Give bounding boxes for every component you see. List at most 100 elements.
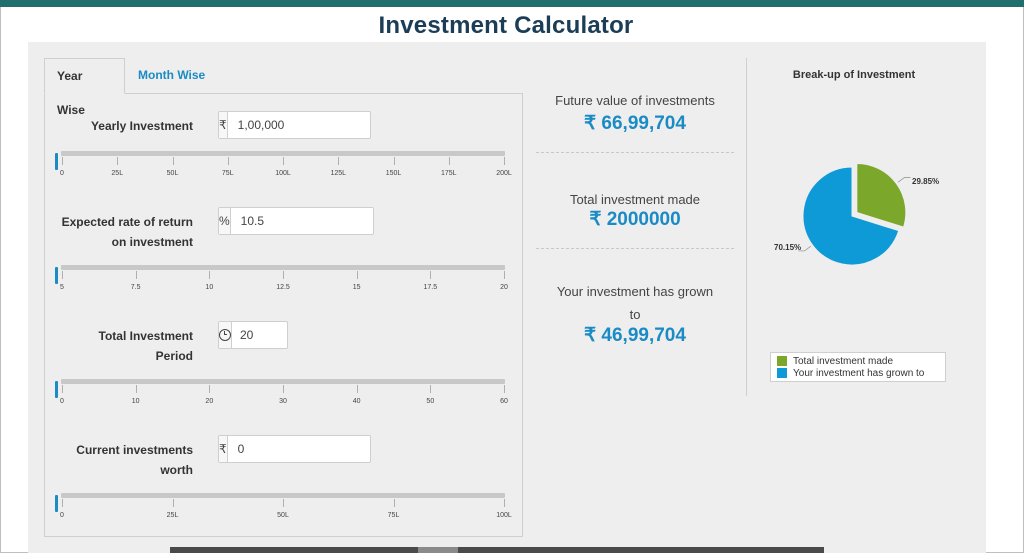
pie-label-growth: 70.15% (774, 243, 802, 252)
slider-tick (227, 157, 229, 165)
slider-tick (504, 157, 505, 165)
slider-tick-label: 0 (60, 170, 64, 177)
current-investments-input[interactable] (227, 436, 403, 462)
investment-period-slider[interactable] (61, 379, 505, 384)
slider-tick (209, 271, 211, 279)
slider-tick (283, 271, 284, 279)
chart-title: Break-up of Investment (792, 69, 916, 81)
slider-tick (283, 157, 284, 165)
slider-tick (62, 157, 63, 165)
legend-item-growth[interactable]: Your investment has grown to (777, 367, 945, 379)
current-investments-input-group: ₹ (218, 435, 403, 463)
slider-tick-label: 0 (60, 512, 64, 519)
pie-label-total-investment: 29.85% (912, 177, 940, 186)
rupee-icon: ₹ (219, 436, 228, 462)
results-divider (536, 248, 734, 249)
legend-item-total-investment[interactable]: Total investment made (777, 355, 945, 367)
slider-tick-label: 200L (496, 170, 512, 177)
percent-icon: % (219, 208, 231, 234)
slider-tick-label: 60 (500, 398, 508, 405)
slider-tick-label: 100L (275, 170, 291, 177)
slider-tick-label: 20 (500, 284, 508, 291)
slider-tick (62, 385, 63, 393)
slider-tick (338, 157, 340, 165)
slider-tick-label: 17.5 (423, 284, 438, 291)
slider-tick-label: 20 (205, 398, 214, 405)
slider-tick-label: 50L (166, 170, 179, 177)
grown-amount: ₹ 46,99,704 (584, 325, 686, 346)
legend-label: Total investment made (793, 355, 894, 367)
yearly-investment-slider[interactable] (61, 151, 505, 156)
investment-period-slider-handle[interactable] (55, 381, 58, 398)
slider-tick (356, 271, 358, 279)
slider-tick-label: 75L (387, 512, 400, 519)
slider-tick-label: 150L (385, 170, 402, 177)
slider-tick-label: 25L (111, 170, 124, 177)
slider-tick-label: 75L (221, 170, 234, 177)
yearly-investment-input-group: ₹ (218, 111, 403, 139)
grown-label: Your investment has grown to (556, 284, 714, 322)
page-title: Investment Calculator (378, 12, 634, 39)
rupee-icon: ₹ (219, 112, 228, 138)
legend-swatch-green (777, 356, 787, 366)
slider-tick-label: 125L (330, 170, 347, 177)
slider-tick-label: 0 (60, 398, 64, 405)
slider-tick-label: 40 (352, 398, 361, 405)
rate-of-return-input[interactable] (230, 208, 406, 234)
slider-tick (283, 385, 284, 393)
investment-period-label: Total Investment Period (98, 329, 193, 363)
slider-tick (504, 499, 505, 507)
slider-tick (393, 499, 395, 507)
future-value-amount: ₹ 66,99,704 (584, 113, 686, 134)
slider-tick-label: 175L (440, 170, 457, 177)
slider-tick-label: 15 (352, 284, 361, 291)
slider-tick (117, 157, 119, 165)
yearly-investment-input[interactable] (227, 112, 403, 138)
rate-of-return-slider[interactable] (61, 265, 505, 270)
slider-tick-label: 10 (131, 398, 140, 405)
slider-tick-label: 25L (166, 512, 179, 519)
total-investment-amount: ₹ 2000000 (589, 209, 681, 230)
slider-tick-label: 30 (279, 398, 287, 405)
slider-tick (504, 271, 505, 279)
slider-tick-label: 5 (60, 284, 64, 291)
slider-tick-label: 50L (277, 512, 289, 519)
future-value-label: Future value of investments (555, 93, 715, 108)
vertical-divider (746, 58, 747, 396)
rate-of-return-slider-handle[interactable] (55, 267, 58, 284)
slider-tick (393, 157, 395, 165)
yearly-investment-slider-handle[interactable] (55, 153, 58, 170)
slider-tick (283, 499, 284, 507)
slider-tick (135, 271, 137, 279)
slider-tick (209, 385, 211, 393)
slider-tick (504, 385, 505, 393)
rate-of-return-input-group: % (218, 207, 406, 235)
top-accent-bar (0, 0, 1024, 7)
current-investments-label: Current investments worth (76, 443, 193, 477)
current-investments-slider-handle[interactable] (55, 495, 58, 512)
slider-tick (430, 385, 432, 393)
slider-tick-label: 100L (496, 512, 512, 519)
slider-tick (135, 385, 137, 393)
current-investments-slider[interactable] (61, 493, 505, 498)
tab-year-wise[interactable]: Year Wise (44, 58, 125, 117)
scrollbar-thumb[interactable] (418, 547, 458, 553)
tab-month-wise[interactable]: Month Wise (126, 58, 217, 94)
legend-swatch-blue (777, 368, 787, 378)
slider-tick-label: 50 (426, 398, 435, 405)
slider-tick (62, 271, 63, 279)
chart-legend: Total investment made Your investment ha… (770, 352, 946, 382)
slider-tick-label: 10 (205, 284, 214, 291)
slider-tick (172, 157, 174, 165)
investment-period-input-group (218, 321, 403, 349)
investment-period-input[interactable] (232, 322, 403, 348)
pie-connector-line (897, 177, 911, 183)
horizontal-scrollbar[interactable] (170, 547, 824, 553)
slider-tick (62, 499, 63, 507)
results-divider (536, 152, 734, 153)
rate-of-return-label: Expected rate of return on investment (61, 215, 193, 249)
pie-slice-total-investment[interactable] (856, 162, 907, 228)
slider-tick-label: 7.5 (130, 284, 141, 291)
legend-label: Your investment has grown to (793, 367, 925, 379)
clock-icon (219, 322, 232, 348)
